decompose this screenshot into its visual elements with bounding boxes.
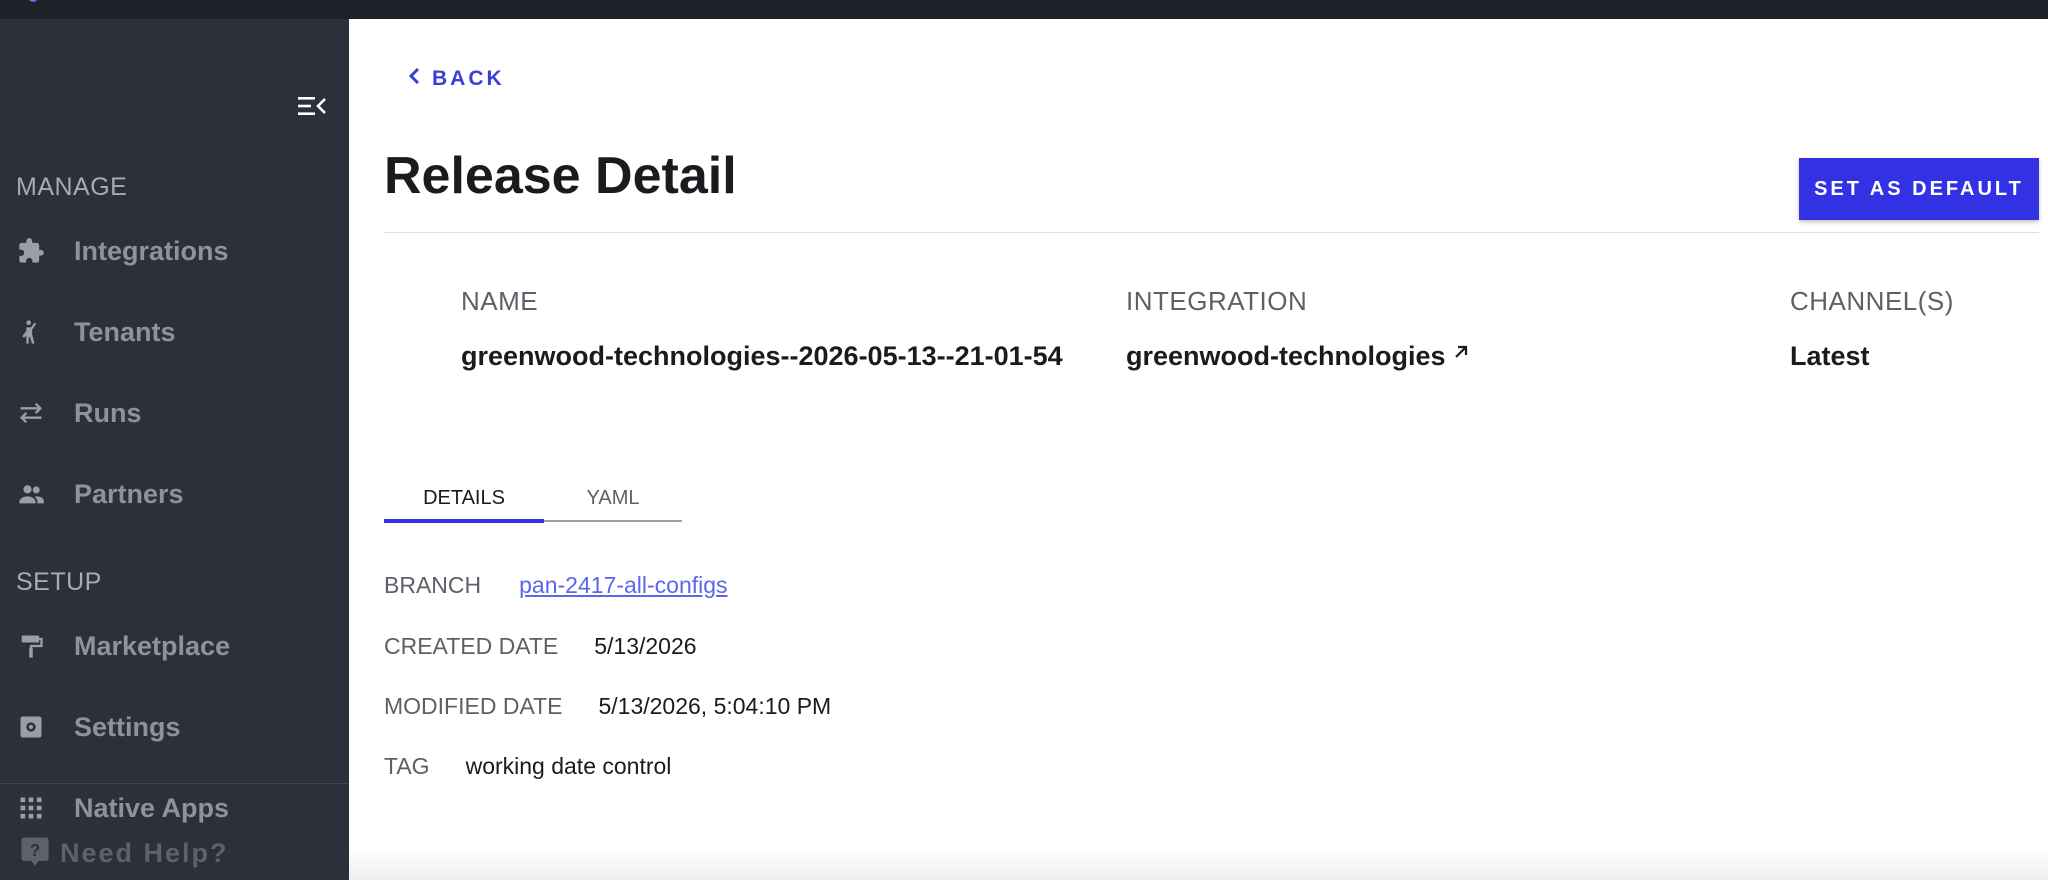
integration-link[interactable]: greenwood-technologies [1126, 341, 1470, 372]
detail-branch-label: BRANCH [384, 572, 482, 598]
chevron-left-icon [406, 66, 422, 91]
page-title: Release Detail [384, 147, 737, 205]
set-as-default-button[interactable]: SET AS DEFAULT [1799, 158, 2039, 220]
sidebar-item-label: Native Apps [74, 792, 230, 823]
paint-roller-icon [16, 631, 46, 661]
section-label-setup: SETUP [16, 568, 102, 596]
sidebar-item-integrations[interactable]: Integrations [0, 221, 349, 281]
meta-channels-value: Latest [1790, 341, 1870, 371]
meta-channels: CHANNEL(S) Latest [1790, 286, 1954, 372]
people-icon [16, 479, 46, 509]
top-bar [0, 0, 2048, 19]
help-icon: ? [20, 835, 50, 872]
sidebar-item-label: Partners [74, 478, 184, 509]
back-button[interactable]: BACK [406, 66, 505, 91]
sidebar-item-tenants[interactable]: Tenants [0, 302, 349, 362]
detail-modified-value: 5/13/2026, 5:04:10 PM [598, 693, 832, 719]
detail-created-value: 5/13/2026 [594, 633, 697, 659]
tab-bar: DETAILS YAML [384, 475, 682, 525]
meta-integration: INTEGRATION greenwood-technologies [1126, 286, 1470, 372]
tab-active-indicator [384, 519, 544, 523]
need-help-label: Need Help? [60, 838, 229, 868]
detail-branch: BRANCH pan-2417-all-configs [384, 572, 728, 599]
meta-channels-label: CHANNEL(S) [1790, 286, 1954, 316]
sidebar-item-native-apps[interactable]: Native Apps [0, 778, 349, 838]
main-content: BACK Release Detail SET AS DEFAULT NAME … [349, 19, 2048, 880]
detail-created-label: CREATED DATE [384, 633, 559, 659]
meta-name-value: greenwood-technologies--2026-05-13--21-0… [461, 341, 1063, 371]
meta-name-label: NAME [461, 286, 539, 316]
meta-integration-value: greenwood-technologies [1126, 341, 1446, 371]
tab-yaml[interactable]: YAML [544, 475, 682, 521]
swap-arrows-icon [16, 398, 46, 428]
svg-text:?: ? [30, 840, 41, 860]
meta-name: NAME greenwood-technologies--2026-05-13-… [461, 286, 1063, 372]
detail-modified: MODIFIED DATE 5/13/2026, 5:04:10 PM [384, 693, 831, 720]
collapse-menu-icon[interactable] [296, 90, 328, 122]
detail-modified-label: MODIFIED DATE [384, 693, 563, 719]
sidebar-item-settings[interactable]: Settings [0, 697, 349, 757]
back-label: BACK [432, 66, 505, 90]
tab-details[interactable]: DETAILS [384, 475, 544, 521]
header-divider [384, 232, 2039, 233]
sidebar-item-partners[interactable]: Partners [0, 464, 349, 524]
sidebar: MANAGE Integrations Tenants Runs Partner… [0, 19, 349, 880]
puzzle-icon [16, 236, 46, 266]
external-link-icon [1452, 337, 1470, 368]
branch-link[interactable]: pan-2417-all-configs [519, 572, 727, 599]
sidebar-item-runs[interactable]: Runs [0, 383, 349, 443]
bottom-shadow [349, 848, 2048, 880]
sidebar-item-label: Integrations [74, 235, 229, 266]
sidebar-item-label: Runs [74, 397, 142, 428]
sidebar-item-label: Settings [74, 711, 181, 742]
detail-tag-value: working date control [465, 753, 672, 779]
sidebar-item-label: Marketplace [74, 630, 231, 661]
detail-created: CREATED DATE 5/13/2026 [384, 633, 697, 660]
person-waving-icon [16, 317, 46, 347]
detail-tag: TAG working date control [384, 753, 671, 780]
gear-box-icon [16, 712, 46, 742]
need-help-button[interactable]: ? Need Help? [20, 835, 229, 872]
meta-integration-label: INTEGRATION [1126, 286, 1308, 316]
sidebar-item-label: Tenants [74, 316, 176, 347]
detail-tag-label: TAG [384, 753, 430, 779]
section-label-manage: MANAGE [16, 173, 128, 201]
grid-icon [16, 793, 46, 823]
logo-icon [28, 0, 38, 2]
sidebar-item-marketplace[interactable]: Marketplace [0, 616, 349, 676]
